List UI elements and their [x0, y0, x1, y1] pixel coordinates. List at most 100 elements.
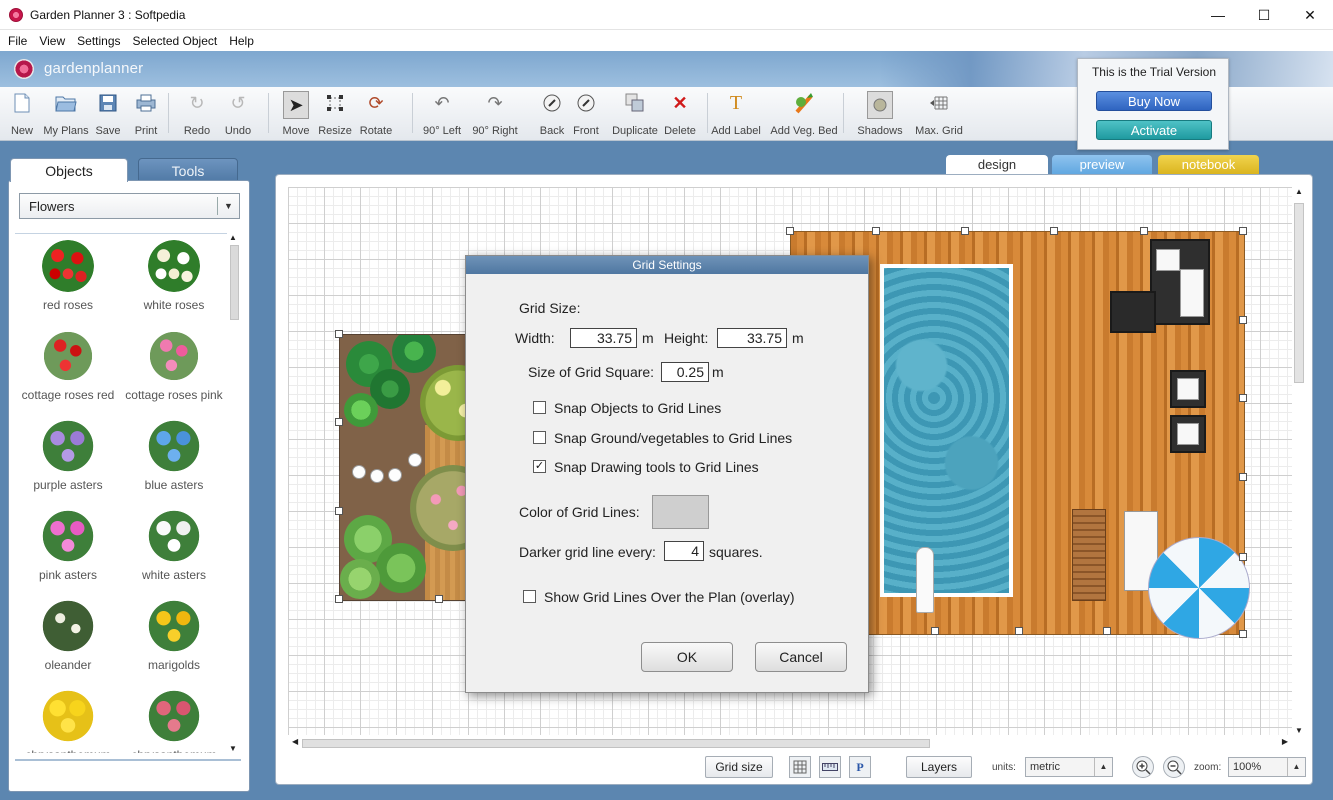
swimming-pool[interactable]	[880, 264, 1013, 597]
add-veg-bed-button[interactable]: Add Veg. Bed	[770, 91, 838, 137]
tab-objects[interactable]: Objects	[10, 158, 128, 182]
delete-button[interactable]: ✕ Delete	[654, 91, 706, 138]
units-select[interactable]: metric ▲	[1025, 757, 1113, 777]
overlay-checkbox[interactable]	[523, 590, 536, 603]
tab-notebook[interactable]: notebook	[1158, 155, 1259, 175]
darker-line-input[interactable]: 4	[664, 541, 704, 561]
rotate-button[interactable]: ⟳ Rotate	[350, 91, 402, 138]
resize-handle[interactable]	[1239, 227, 1247, 235]
resize-handle[interactable]	[786, 227, 794, 235]
resize-handle[interactable]	[1015, 627, 1023, 635]
rotate-left-button[interactable]: ↶ 90° Left	[416, 91, 468, 138]
activate-button[interactable]: Activate	[1096, 120, 1212, 140]
tab-preview[interactable]: preview	[1052, 155, 1152, 175]
resize-handle[interactable]	[1140, 227, 1148, 235]
cancel-button[interactable]: Cancel	[755, 642, 847, 672]
plant-item[interactable]: chrysanthemum	[15, 684, 121, 753]
zoom-in-icon[interactable]	[1132, 756, 1154, 778]
zoom-out-icon[interactable]	[1163, 756, 1185, 778]
plant-item[interactable]: chrysanthemum	[121, 684, 227, 753]
resize-handle[interactable]	[435, 595, 443, 603]
height-input[interactable]: 33.75	[717, 328, 787, 348]
tab-design[interactable]: design	[946, 155, 1048, 175]
scroll-up-icon[interactable]: ▲	[229, 233, 237, 242]
outdoor-table[interactable]	[1110, 291, 1156, 333]
snap-objects-checkbox[interactable]	[533, 401, 546, 414]
minimize-button[interactable]: —	[1195, 0, 1241, 30]
buy-now-button[interactable]: Buy Now	[1096, 91, 1212, 111]
parasol[interactable]	[1148, 537, 1250, 639]
resize-handle[interactable]	[335, 595, 343, 603]
plant-item[interactable]: cottage roses pink	[121, 324, 227, 414]
resize-handle[interactable]	[335, 330, 343, 338]
width-input[interactable]: 33.75	[570, 328, 637, 348]
plant-item[interactable]: cottage roses red	[15, 324, 121, 414]
resize-handle[interactable]	[335, 418, 343, 426]
resize-handle[interactable]	[1050, 227, 1058, 235]
resize-handle[interactable]	[931, 627, 939, 635]
undo-button[interactable]: ↺ Undo	[212, 91, 264, 138]
snap-drawing-checkbox[interactable]: ✓	[533, 460, 546, 473]
chevron-down-icon[interactable]: ▼	[217, 197, 239, 215]
max-grid-button[interactable]: Max. Grid	[913, 91, 965, 137]
grid-toggle-icon[interactable]	[789, 756, 811, 778]
plant-item[interactable]: white roses	[121, 234, 227, 324]
resize-handle[interactable]	[1239, 473, 1247, 481]
plant-item[interactable]: marigolds	[121, 594, 227, 684]
ruler-icon[interactable]	[819, 756, 841, 778]
snap-ground-label[interactable]: Snap Ground/vegetables to Grid Lines	[554, 430, 792, 446]
snap-objects-label[interactable]: Snap Objects to Grid Lines	[554, 400, 721, 416]
print-area-icon[interactable]: P	[849, 756, 871, 778]
shadows-button[interactable]: Shadows	[854, 91, 906, 137]
maximize-button[interactable]: ☐	[1241, 0, 1287, 30]
canvas-horizontal-scrollbar[interactable]: ◀ ▶	[288, 737, 1288, 749]
close-button[interactable]: ✕	[1287, 0, 1333, 30]
plant-item[interactable]: blue asters	[121, 414, 227, 504]
rotate-right-button[interactable]: ↷ 90° Right	[469, 91, 521, 138]
canvas-vertical-scrollbar[interactable]: ▲ ▼	[1292, 187, 1306, 735]
resize-handle[interactable]	[1239, 553, 1247, 561]
add-label-button[interactable]: T Add Label	[710, 91, 762, 138]
scrollbar-thumb[interactable]	[1294, 203, 1304, 383]
grid-square-input[interactable]: 0.25	[661, 362, 709, 382]
tab-tools[interactable]: Tools	[138, 158, 238, 182]
scroll-up-icon[interactable]: ▲	[1295, 187, 1303, 196]
scrollbar-thumb[interactable]	[230, 245, 239, 320]
resize-handle[interactable]	[1239, 316, 1247, 324]
scroll-down-icon[interactable]: ▼	[229, 744, 237, 753]
layers-button[interactable]: Layers	[906, 756, 972, 778]
scrollbar-thumb[interactable]	[302, 739, 930, 748]
menu-file[interactable]: File	[2, 34, 33, 48]
scroll-left-icon[interactable]: ◀	[292, 737, 298, 746]
resize-handle[interactable]	[335, 507, 343, 515]
zoom-select[interactable]: 100% ▲	[1228, 757, 1306, 777]
overlay-label[interactable]: Show Grid Lines Over the Plan (overlay)	[544, 589, 795, 605]
snap-ground-checkbox[interactable]	[533, 431, 546, 444]
resize-handle[interactable]	[1239, 630, 1247, 638]
plant-item[interactable]: purple asters	[15, 414, 121, 504]
snap-drawing-label[interactable]: Snap Drawing tools to Grid Lines	[554, 459, 759, 475]
plant-item[interactable]: pink asters	[15, 504, 121, 594]
ok-button[interactable]: OK	[641, 642, 733, 672]
resize-handle[interactable]	[872, 227, 880, 235]
plant-item[interactable]: white asters	[121, 504, 227, 594]
scroll-down-icon[interactable]: ▼	[1295, 726, 1303, 735]
plant-item[interactable]: red roses	[15, 234, 121, 324]
menu-view[interactable]: View	[33, 34, 71, 48]
resize-handle[interactable]	[961, 227, 969, 235]
front-button[interactable]: Front	[560, 91, 612, 137]
grid-color-swatch[interactable]	[652, 495, 709, 529]
resize-handle[interactable]	[1103, 627, 1111, 635]
sun-lounger[interactable]	[1072, 509, 1106, 601]
grid-size-button[interactable]: Grid size	[705, 756, 773, 778]
menu-selected-object[interactable]: Selected Object	[127, 34, 224, 48]
pool-ladder[interactable]	[916, 547, 934, 613]
plant-list-scrollbar[interactable]: ▲ ▼	[228, 233, 240, 753]
menu-settings[interactable]: Settings	[71, 34, 126, 48]
category-dropdown[interactable]: Flowers ▼	[19, 193, 240, 219]
menu-help[interactable]: Help	[223, 34, 260, 48]
scroll-right-icon[interactable]: ▶	[1282, 737, 1288, 746]
resize-handle[interactable]	[1239, 394, 1247, 402]
print-button[interactable]: Print	[120, 91, 172, 137]
plant-item[interactable]: oleander	[15, 594, 121, 684]
